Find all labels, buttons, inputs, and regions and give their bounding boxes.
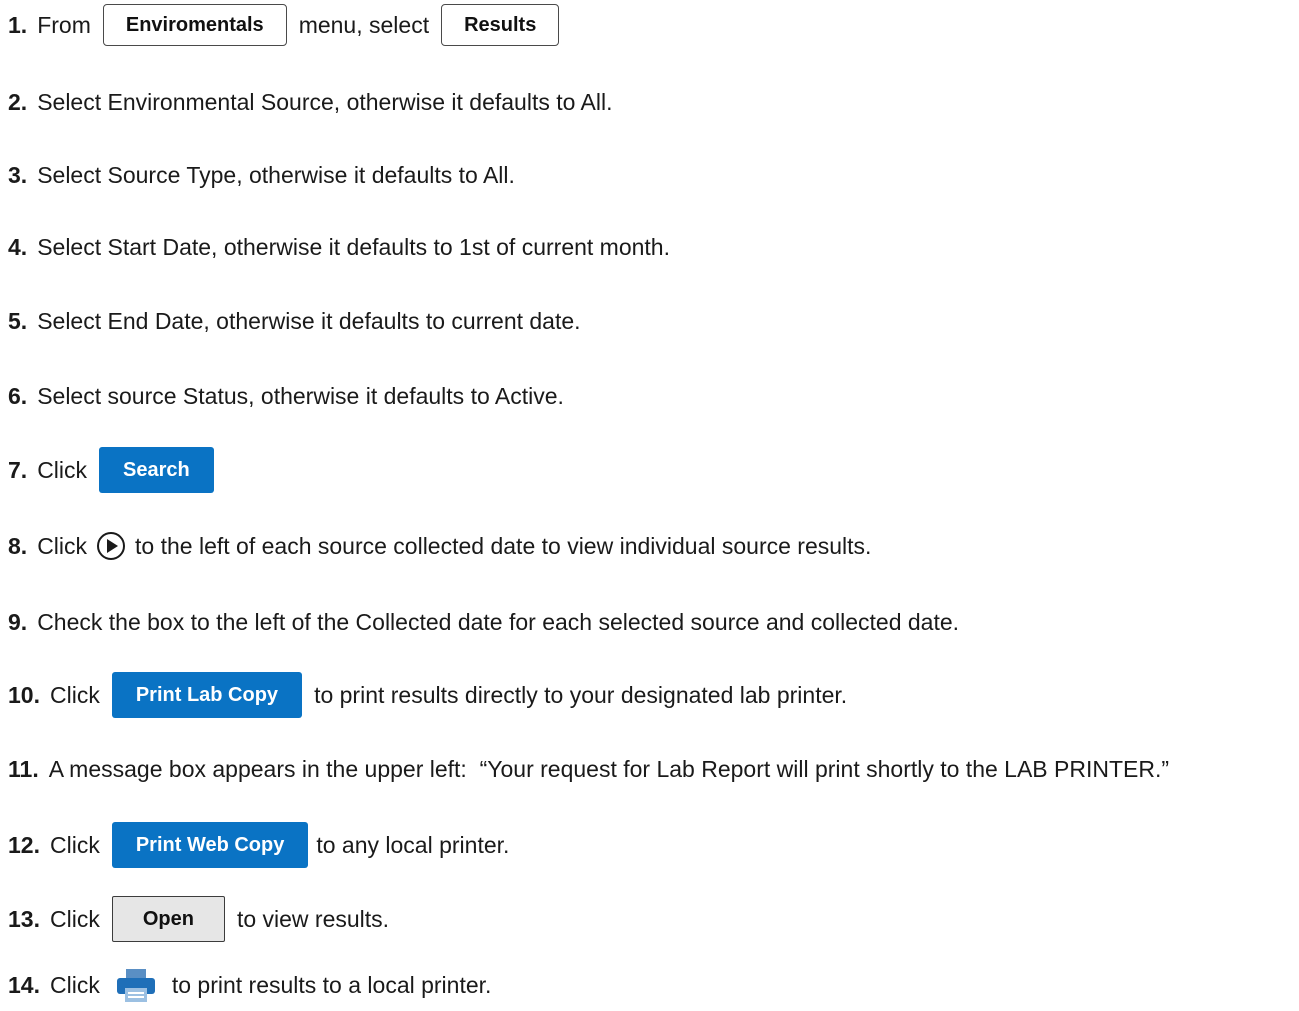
step-6: 6. Select source Status, otherwise it de… (8, 371, 564, 421)
step-text: to print results directly to your design… (314, 681, 848, 708)
step-12: 12. Click Print Web Copy to any local pr… (8, 820, 509, 870)
step-number: 4. (8, 233, 28, 260)
results-menu-button[interactable]: Results (441, 4, 560, 46)
print-lab-copy-button[interactable]: Print Lab Copy (111, 672, 303, 718)
step-number: 3. (8, 161, 28, 188)
step-text: menu, select (298, 11, 430, 38)
step-text: Click (49, 971, 100, 998)
step-text: to any local printer. (316, 831, 510, 858)
step-2: 2. Select Environmental Source, otherwis… (8, 77, 612, 127)
step-text: Click (49, 831, 100, 858)
step-text: Click (49, 905, 100, 932)
step-number: 12. (8, 831, 40, 858)
step-text: A message box appears in the upper left:… (48, 755, 1170, 782)
step-number: 11. (8, 755, 39, 782)
step-text: Select Environmental Source, otherwise i… (37, 88, 613, 115)
step-number: 5. (8, 307, 28, 334)
step-number: 13. (8, 905, 40, 932)
play-circle-icon[interactable] (95, 530, 127, 562)
step-number: 6. (8, 382, 28, 409)
step-text: From (37, 11, 91, 38)
step-text: Click (37, 456, 88, 483)
step-8: 8. Click to the left of each source coll… (8, 521, 871, 571)
step-text: Select Start Date, otherwise it defaults… (37, 233, 670, 260)
step-text: Select End Date, otherwise it defaults t… (37, 307, 581, 334)
step-text: to print results to a local printer. (171, 971, 492, 998)
step-number: 2. (8, 88, 28, 115)
step-number: 1. (8, 11, 28, 38)
print-web-copy-button[interactable]: Print Web Copy (111, 822, 309, 868)
step-number: 10. (8, 681, 40, 708)
step-4: 4. Select Start Date, otherwise it defau… (8, 222, 670, 272)
printer-icon[interactable] (112, 966, 160, 1004)
step-1: 1. From Enviromentals menu, select Resul… (8, 0, 560, 50)
step-number: 14. (8, 971, 40, 998)
step-10: 10. Click Print Lab Copy to print result… (8, 670, 847, 720)
step-3: 3. Select Source Type, otherwise it defa… (8, 150, 515, 200)
step-text: Select source Status, otherwise it defau… (37, 382, 564, 409)
step-13: 13. Click Open to view results. (8, 894, 389, 944)
step-text: Click (49, 681, 100, 708)
step-5: 5. Select End Date, otherwise it default… (8, 296, 581, 346)
step-11: 11. A message box appears in the upper l… (8, 744, 1169, 794)
step-text: Check the box to the left of the Collect… (37, 608, 960, 635)
step-text: Click (37, 532, 88, 559)
step-number: 7. (8, 456, 28, 483)
search-button[interactable]: Search (99, 447, 214, 493)
step-9: 9. Check the box to the left of the Coll… (8, 597, 959, 647)
step-14: 14. Click to print results to a local pr… (8, 960, 491, 1010)
step-number: 9. (8, 608, 28, 635)
enviromentals-menu-button[interactable]: Enviromentals (102, 4, 287, 46)
open-button[interactable]: Open (111, 896, 225, 942)
step-text: to the left of each source collected dat… (135, 532, 872, 559)
step-7: 7. Click Search (8, 445, 214, 495)
step-text: Select Source Type, otherwise it default… (37, 161, 515, 188)
step-number: 8. (8, 532, 28, 559)
step-text: to view results. (236, 905, 390, 932)
